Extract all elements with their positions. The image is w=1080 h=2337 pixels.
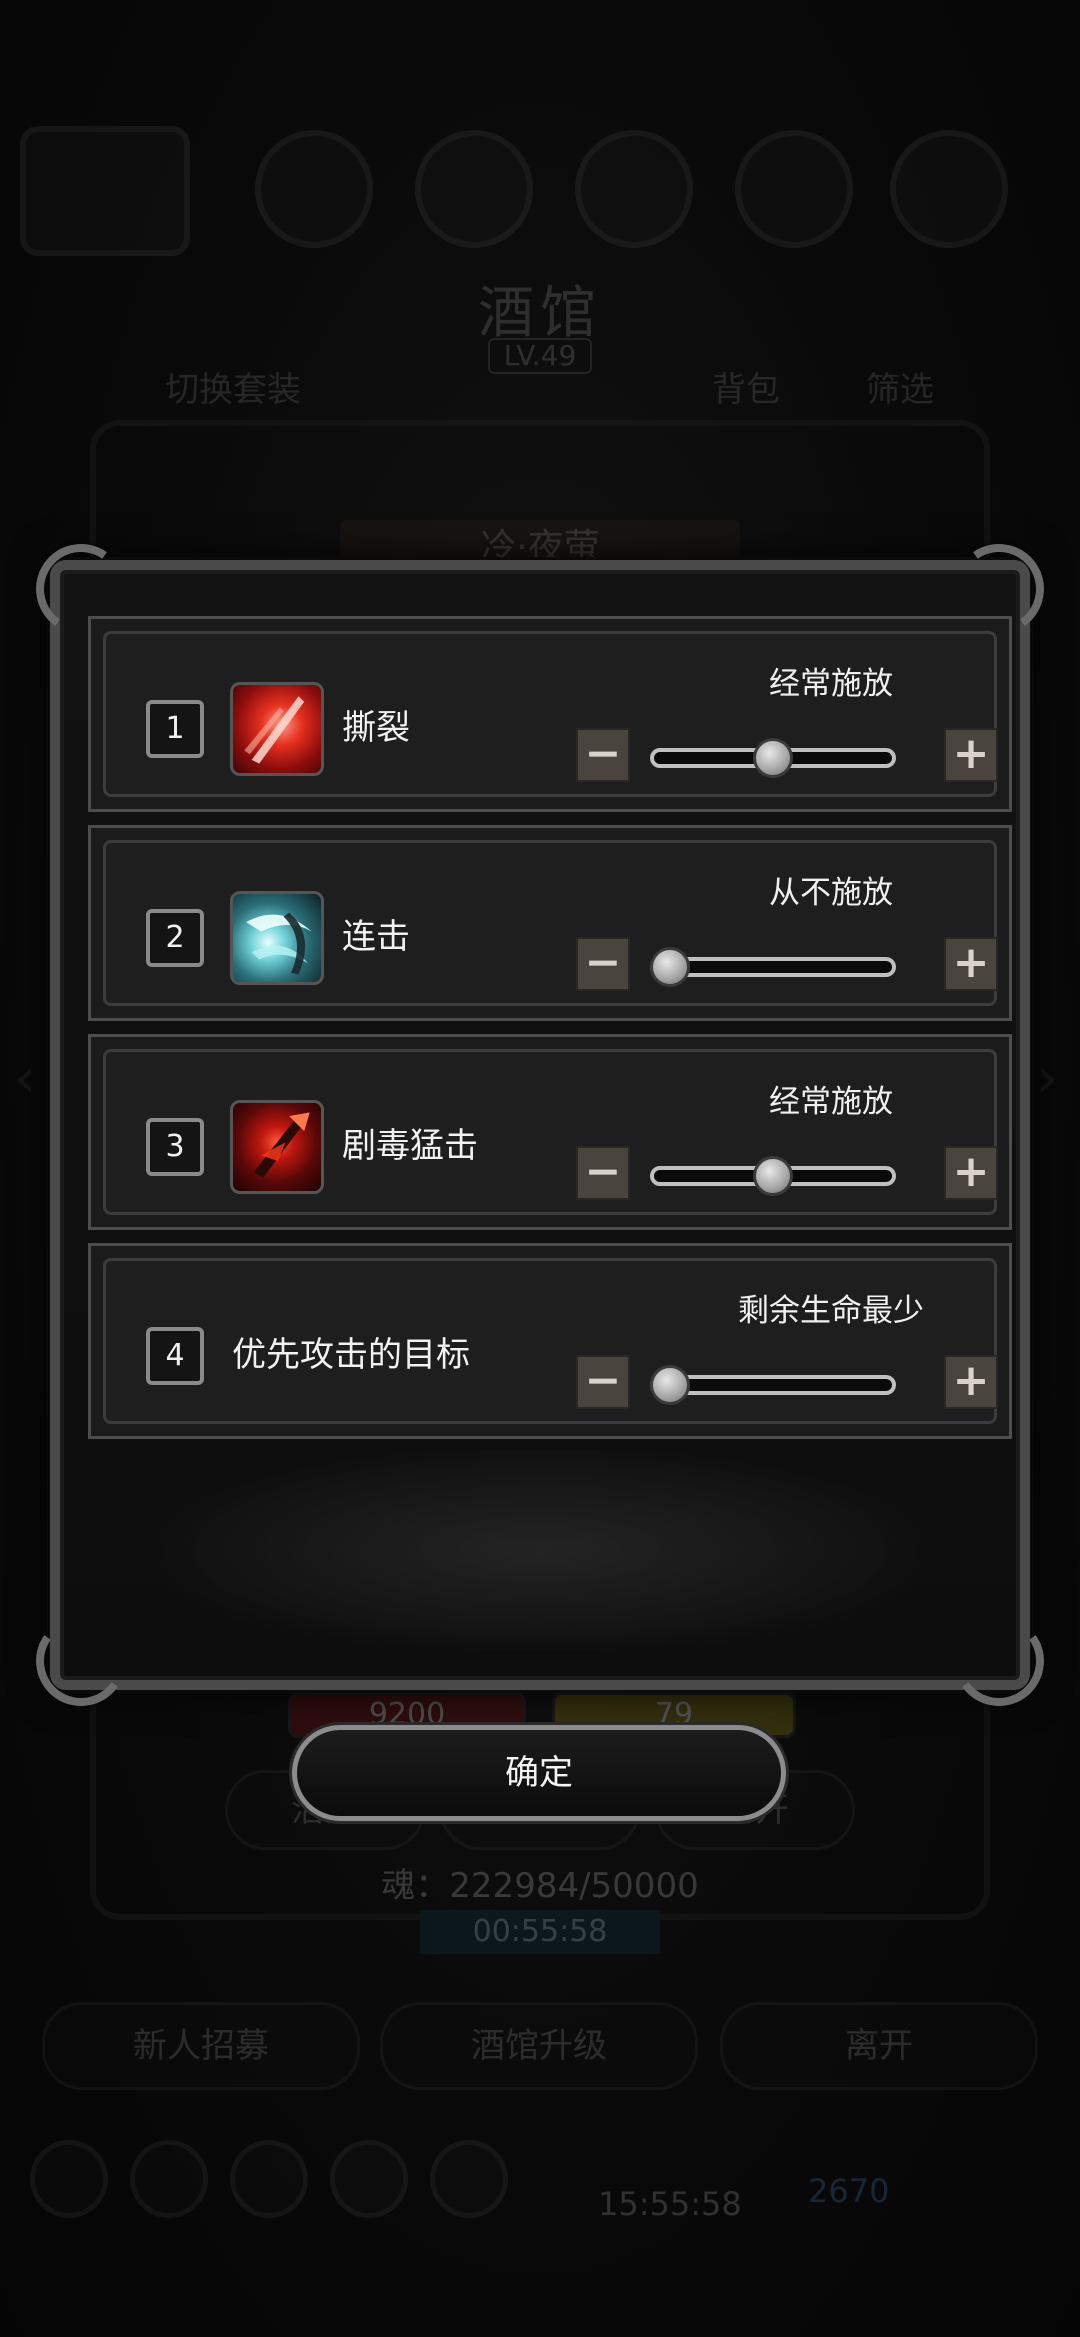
category-icon <box>255 130 373 248</box>
nav-icon <box>230 2140 308 2218</box>
category-icon <box>890 130 1008 248</box>
row-frame: 3 剧毒猛击 经常施放 − + <box>103 1049 998 1215</box>
cast-setting-label: 从不施放 <box>769 875 893 911</box>
soul-counter: 魂：222984/50000 <box>381 1866 699 1906</box>
cast-setting-label: 经常施放 <box>769 1084 893 1120</box>
category-icon <box>415 130 533 248</box>
slot-number: 2 <box>146 909 204 967</box>
decrease-button[interactable]: − <box>576 1355 630 1409</box>
skill-name: 连击 <box>342 917 410 957</box>
countdown-timer: 00:55:58 <box>420 1910 660 1954</box>
slash-skill-icon <box>230 682 324 776</box>
skill-settings-dialog: 1 撕裂 经常施放 − + 2 连击 从不施放 − + 3 剧毒猛击 经常施放 … <box>28 536 1052 1714</box>
skill-name: 撕裂 <box>342 708 410 748</box>
target-priority-label: 优先攻击的目标 <box>232 1335 470 1375</box>
next-arrow-icon: › <box>1036 1046 1059 1111</box>
increase-button[interactable]: + <box>944 1355 998 1409</box>
row-frame: 2 连击 从不施放 − + <box>103 840 998 1006</box>
gem-count: 2670 <box>808 2172 890 2210</box>
confirm-button[interactable]: 确定 <box>292 1725 786 1821</box>
row-frame: 1 撕裂 经常施放 − + <box>103 631 998 797</box>
category-icon <box>735 130 853 248</box>
skill-list: 1 撕裂 经常施放 − + 2 连击 从不施放 − + 3 剧毒猛击 经常施放 … <box>88 616 1012 1452</box>
tavern-title: 酒馆 <box>478 281 602 346</box>
combo-skill-icon <box>230 891 324 985</box>
skill-row: 1 撕裂 经常施放 − + <box>88 616 1012 812</box>
slider-handle[interactable] <box>753 738 793 778</box>
row-frame: 4 优先攻击的目标 剩余生命最少 − + <box>103 1258 998 1424</box>
increase-button[interactable]: + <box>944 937 998 991</box>
increase-button[interactable]: + <box>944 1146 998 1200</box>
top-icon-bar <box>20 126 1060 256</box>
slot-number: 3 <box>146 1118 204 1176</box>
skill-name: 剧毒猛击 <box>342 1126 478 1166</box>
slot-number: 1 <box>146 700 204 758</box>
prev-arrow-icon: ‹ <box>14 1046 37 1111</box>
skill-row: 3 剧毒猛击 经常施放 − + <box>88 1034 1012 1230</box>
filter-tab: 筛选 <box>866 370 934 410</box>
skill-row: 2 连击 从不施放 − + <box>88 825 1012 1021</box>
poison-strike-skill-icon <box>230 1100 324 1194</box>
target-setting-label: 剩余生命最少 <box>738 1293 924 1329</box>
nav-icon <box>130 2140 208 2218</box>
decrease-button[interactable]: − <box>576 937 630 991</box>
slot-number: 4 <box>146 1327 204 1385</box>
decrease-button[interactable]: − <box>576 728 630 782</box>
bottom-leave-button: 离开 <box>720 2002 1038 2090</box>
slider-handle[interactable] <box>650 1365 690 1405</box>
dialog-texture <box>160 1450 920 1650</box>
nav-icon <box>30 2140 108 2218</box>
nav-icon <box>430 2140 508 2218</box>
slider-handle[interactable] <box>650 947 690 987</box>
tavern-level: LV.49 <box>488 338 592 374</box>
clock-text: 15:55:58 <box>598 2185 742 2223</box>
decrease-button[interactable]: − <box>576 1146 630 1200</box>
target-priority-row: 4 优先攻击的目标 剩余生命最少 − + <box>88 1243 1012 1439</box>
hero-portrait-icon <box>20 126 190 256</box>
recruit-button: 新人招募 <box>42 2002 360 2090</box>
slider-handle[interactable] <box>753 1156 793 1196</box>
nav-icon <box>330 2140 408 2218</box>
tavern-upgrade-button: 酒馆升级 <box>380 2002 698 2090</box>
switch-set-tab: 切换套装 <box>165 370 301 410</box>
bag-tab: 背包 <box>712 370 780 410</box>
category-icon <box>575 130 693 248</box>
increase-button[interactable]: + <box>944 728 998 782</box>
cast-setting-label: 经常施放 <box>769 666 893 702</box>
